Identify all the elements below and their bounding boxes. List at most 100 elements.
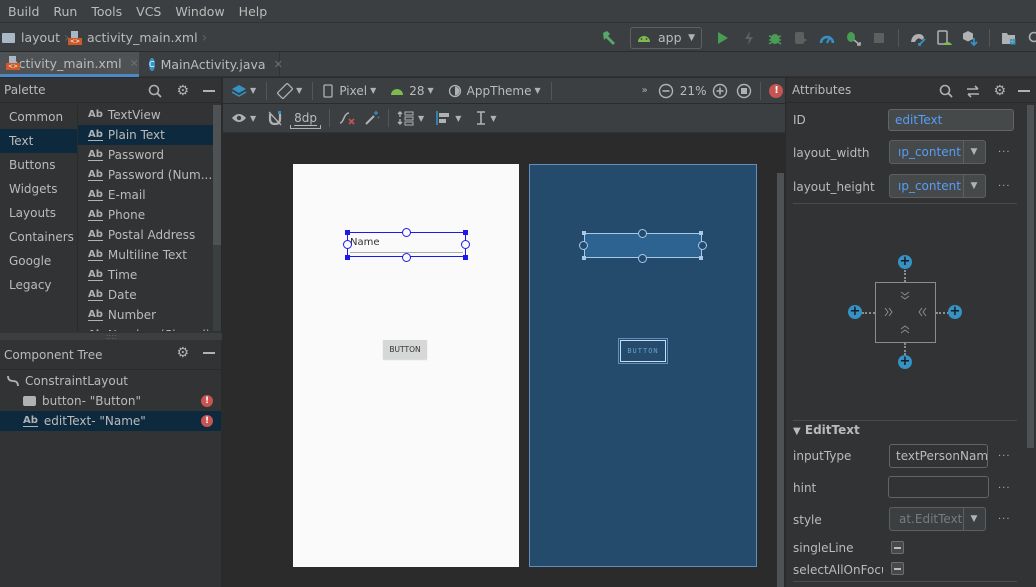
zoom-in-button[interactable] bbox=[712, 83, 728, 99]
attr-layout-width-combo[interactable]: ıp_content ▼ bbox=[889, 140, 986, 164]
add-constraint-bottom-icon[interactable]: + bbox=[898, 355, 912, 369]
search-icon[interactable] bbox=[1024, 27, 1036, 49]
attr-hint-more[interactable]: ... bbox=[998, 480, 1011, 491]
palette-item[interactable]: Ab Phone bbox=[78, 205, 213, 225]
attr-layout-width-value[interactable]: ıp_content bbox=[890, 141, 964, 163]
add-constraint-left-icon[interactable]: + bbox=[848, 305, 862, 319]
palette-scrollbar[interactable] bbox=[213, 105, 221, 331]
menu-window[interactable]: Window bbox=[168, 4, 231, 19]
attr-layout-height-combo[interactable]: ıp_content ▼ bbox=[889, 174, 986, 198]
constraint-anchor-left[interactable] bbox=[343, 240, 352, 249]
scrollbar-thumb[interactable] bbox=[213, 105, 221, 245]
resize-handle[interactable] bbox=[699, 231, 703, 235]
section-edittext[interactable]: ▼ EditText bbox=[793, 423, 860, 437]
error-icon[interactable]: ! bbox=[201, 415, 213, 427]
button-blueprint[interactable]: BUTTON bbox=[618, 338, 668, 364]
menu-run[interactable]: Run bbox=[46, 4, 84, 19]
palette-item[interactable]: Ab Password (Num... bbox=[78, 165, 213, 185]
scrollbar-thumb[interactable] bbox=[1027, 105, 1034, 448]
sdk-manager-icon[interactable] bbox=[959, 27, 981, 49]
dropdown-caret-icon[interactable]: ▼ bbox=[963, 141, 985, 163]
palette-item[interactable]: Ab E-mail bbox=[78, 185, 213, 205]
close-tab-icon[interactable]: ✕ bbox=[130, 57, 139, 70]
palette-category-google[interactable]: Google bbox=[0, 249, 77, 273]
constraint-anchor-bottom[interactable] bbox=[402, 253, 411, 262]
palette-item[interactable]: Ab Date bbox=[78, 285, 213, 305]
attr-selectallonfocus-checkbox[interactable] bbox=[891, 562, 904, 575]
constraint-anchor-right[interactable] bbox=[461, 240, 470, 249]
stop-icon[interactable] bbox=[868, 27, 890, 49]
palette-category-common[interactable]: Common bbox=[0, 105, 77, 129]
constraint-anchor-right[interactable] bbox=[698, 241, 707, 250]
resize-handle[interactable] bbox=[345, 255, 350, 260]
attr-inputtype-input[interactable]: textPersonName bbox=[889, 444, 988, 468]
tree-node-button[interactable]: button- "Button" ! bbox=[0, 391, 221, 411]
constraint-anchor-top[interactable] bbox=[638, 229, 647, 238]
attr-hint-input[interactable] bbox=[888, 476, 989, 498]
error-icon[interactable]: ! bbox=[201, 395, 213, 407]
resize-handle[interactable] bbox=[463, 255, 468, 260]
dropdown-caret-icon[interactable]: ▼ bbox=[963, 175, 985, 197]
attributes-scrollbar[interactable] bbox=[1026, 105, 1035, 587]
swap-view-icon[interactable] bbox=[965, 84, 981, 98]
attr-inputtype-more[interactable]: ... bbox=[998, 448, 1011, 459]
palette-item[interactable]: Ab Password bbox=[78, 145, 213, 165]
profile-icon[interactable] bbox=[790, 27, 812, 49]
search-icon[interactable] bbox=[148, 84, 163, 98]
debug-icon[interactable] bbox=[764, 27, 786, 49]
palette-item[interactable]: Ab Time bbox=[78, 265, 213, 285]
attr-layout-height-value[interactable]: ıp_content bbox=[890, 175, 964, 197]
panel-splitter[interactable]: :::: bbox=[0, 333, 222, 341]
guidelines-select[interactable]: ▼ bbox=[475, 110, 497, 126]
run-config-select[interactable]: app ▼ bbox=[630, 26, 702, 49]
zoom-out-button[interactable] bbox=[658, 83, 674, 99]
add-constraint-top-icon[interactable]: + bbox=[898, 255, 912, 269]
constraint-anchor-left[interactable] bbox=[579, 241, 588, 250]
constraint-anchor-top[interactable] bbox=[402, 228, 411, 237]
breadcrumb-folder[interactable]: layout › bbox=[2, 23, 74, 52]
attr-style-more[interactable]: ... bbox=[998, 511, 1011, 522]
avd-manager-icon[interactable] bbox=[933, 27, 955, 49]
clear-constraints-button[interactable] bbox=[338, 110, 356, 126]
build-hammer-icon[interactable] bbox=[598, 27, 620, 49]
device-select[interactable]: Pixel ▼ bbox=[323, 84, 376, 98]
resize-handle[interactable] bbox=[582, 256, 586, 260]
menu-help[interactable]: Help bbox=[232, 4, 275, 19]
attr-layout-width-more[interactable]: ... bbox=[998, 144, 1011, 155]
palette-category-layouts[interactable]: Layouts bbox=[0, 201, 77, 225]
tab-mainactivity-java[interactable]: C MainActivity.java ✕ bbox=[143, 52, 283, 77]
button-preview[interactable]: BUTTON bbox=[383, 340, 427, 359]
view-options-select[interactable]: ▼ bbox=[231, 112, 256, 124]
attr-style-value[interactable]: at.EditText bbox=[890, 508, 964, 530]
design-view[interactable]: Name BUTTON bbox=[293, 164, 519, 567]
design-surface-select[interactable]: ▼ bbox=[231, 84, 256, 98]
overflow-icon[interactable]: » bbox=[642, 85, 648, 96]
scrollbar-thumb[interactable] bbox=[777, 173, 784, 587]
palette-category-text[interactable]: Text bbox=[0, 129, 77, 153]
minimize-icon[interactable] bbox=[203, 351, 215, 354]
menu-vcs[interactable]: VCS bbox=[129, 4, 168, 19]
profiler-gauge-icon[interactable] bbox=[816, 27, 838, 49]
dropdown-caret-icon[interactable]: ▼ bbox=[963, 508, 985, 530]
apply-changes-icon[interactable] bbox=[738, 27, 760, 49]
constraint-anchor-bottom[interactable] bbox=[638, 254, 647, 263]
zoom-to-fit-button[interactable] bbox=[736, 83, 752, 99]
attr-singleline-checkbox[interactable] bbox=[891, 541, 904, 554]
error-indicator[interactable]: ! bbox=[769, 83, 784, 98]
api-level-select[interactable]: 28 ▼ bbox=[390, 84, 434, 98]
tab-activity-main-xml[interactable]: activity_main.xml ✕ bbox=[0, 52, 139, 77]
default-margin-select[interactable]: 8dp bbox=[290, 111, 322, 129]
resize-handle[interactable] bbox=[345, 230, 350, 235]
resize-handle[interactable] bbox=[699, 256, 703, 260]
palette-item[interactable]: Ab Number bbox=[78, 305, 213, 325]
attach-debugger-icon[interactable] bbox=[842, 27, 864, 49]
minimize-icon[interactable] bbox=[203, 89, 215, 92]
palette-item[interactable]: Ab TextView bbox=[78, 105, 213, 125]
palette-item[interactable]: Ab Multiline Text bbox=[78, 245, 213, 265]
tree-node-root[interactable]: ConstraintLayout bbox=[0, 371, 221, 391]
close-tab-icon[interactable]: ✕ bbox=[274, 58, 283, 71]
canvas-scrollbar[interactable] bbox=[776, 133, 785, 587]
align-select[interactable]: ▼ bbox=[436, 111, 461, 125]
pack-select[interactable]: ▼ bbox=[397, 110, 424, 126]
palette-category-containers[interactable]: Containers bbox=[0, 225, 77, 249]
